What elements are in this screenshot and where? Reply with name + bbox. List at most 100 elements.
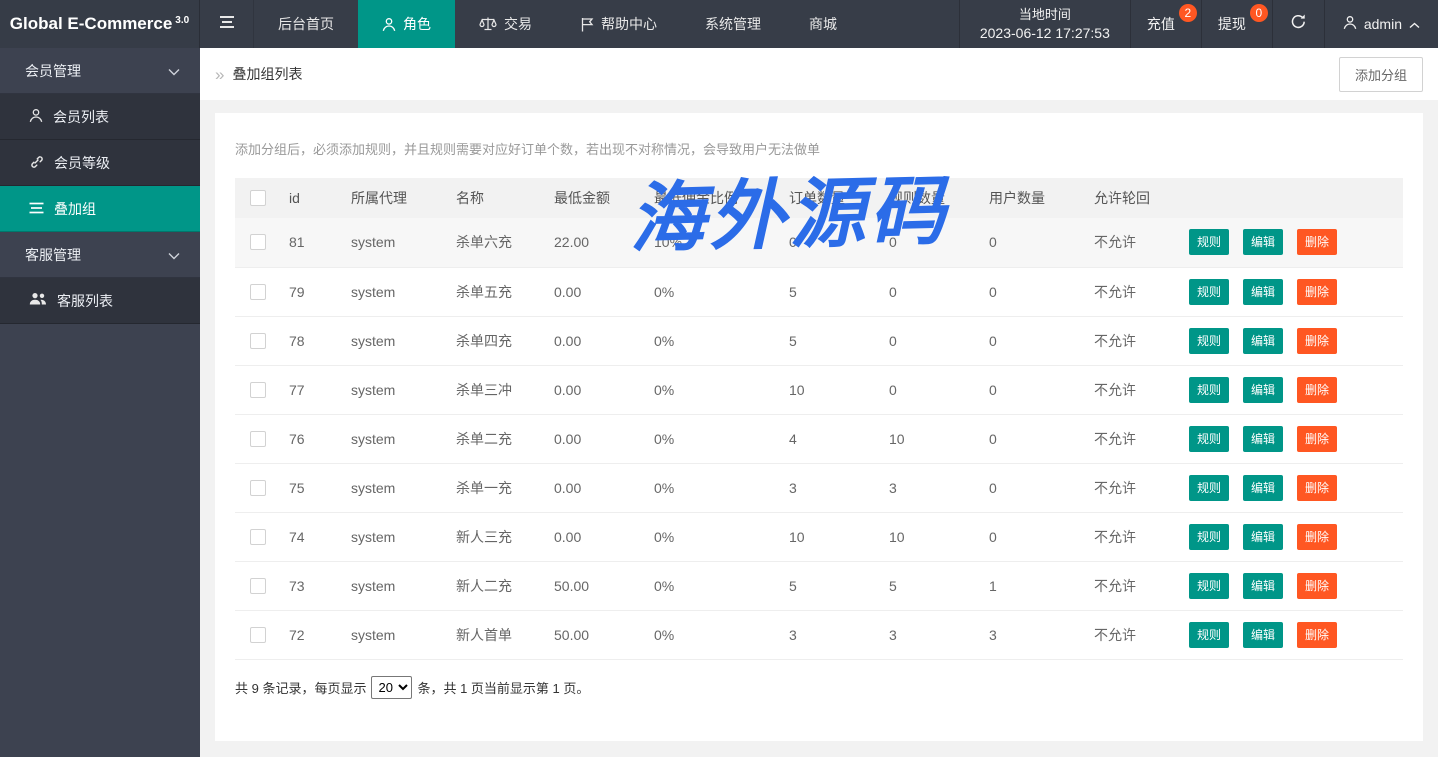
rule-button[interactable]: 规则 — [1189, 279, 1229, 305]
sidebar-item-service-management[interactable]: 客服管理 — [0, 232, 200, 278]
rule-button[interactable]: 规则 — [1189, 524, 1229, 550]
delete-button[interactable]: 删除 — [1297, 279, 1337, 305]
edit-button[interactable]: 编辑 — [1243, 377, 1283, 403]
page-size-select[interactable]: 20 — [371, 676, 412, 699]
table-row: 76system杀单二充0.000%4100不允许规则编辑删除 — [235, 414, 1403, 463]
add-group-button[interactable]: 添加分组 — [1339, 57, 1423, 92]
col-header-name: 名称 — [450, 178, 548, 218]
edit-button[interactable]: 编辑 — [1243, 426, 1283, 452]
rule-button[interactable]: 规则 — [1189, 377, 1229, 403]
delete-button[interactable]: 删除 — [1297, 524, 1337, 550]
nav-item-trade[interactable]: 交易 — [455, 0, 556, 48]
cell-id: 73 — [283, 561, 345, 610]
recharge-badge: 2 — [1179, 4, 1197, 22]
cell-min-commission: 0% — [648, 610, 783, 659]
sidebar-item-member-level[interactable]: 会员等级 — [0, 140, 200, 186]
col-header-agent: 所属代理 — [345, 178, 450, 218]
cell-min-commission: 0% — [648, 512, 783, 561]
row-checkbox[interactable] — [250, 480, 266, 496]
table-row: 74system新人三充0.000%10100不允许规则编辑删除 — [235, 512, 1403, 561]
nav-item-roles[interactable]: 角色 — [358, 0, 455, 48]
row-checkbox[interactable] — [250, 529, 266, 545]
nav-label: 角色 — [403, 14, 431, 34]
row-checkbox[interactable] — [250, 431, 266, 447]
cell-min-amount: 0.00 — [548, 316, 648, 365]
nav-item-system[interactable]: 系统管理 — [681, 0, 785, 48]
table-row: 78system杀单四充0.000%500不允许规则编辑删除 — [235, 316, 1403, 365]
select-all-checkbox[interactable] — [250, 190, 266, 206]
refresh-button[interactable] — [1273, 0, 1325, 48]
row-checkbox[interactable] — [250, 382, 266, 398]
rule-button[interactable]: 规则 — [1189, 573, 1229, 599]
nav-label: 帮助中心 — [601, 14, 657, 34]
cell-user-count: 0 — [983, 463, 1088, 512]
cell-min-commission: 0% — [648, 463, 783, 512]
sidebar-item-stack-group[interactable]: 叠加组 — [0, 186, 200, 232]
cell-min-commission: 0% — [648, 365, 783, 414]
local-time-block: 当地时间 2023-06-12 17:27:53 — [959, 0, 1131, 48]
logo-text: Global E-Commerce — [10, 14, 173, 34]
withdraw-label: 提现 — [1218, 14, 1246, 34]
nav-item-mall[interactable]: 商城 — [785, 0, 861, 48]
cell-id: 75 — [283, 463, 345, 512]
rule-button[interactable]: 规则 — [1189, 328, 1229, 354]
rule-button[interactable]: 规则 — [1189, 426, 1229, 452]
refresh-icon — [1290, 13, 1307, 35]
table-row: 79system杀单五充0.000%500不允许规则编辑删除 — [235, 267, 1403, 316]
cell-loop: 不允许 — [1088, 463, 1183, 512]
row-checkbox[interactable] — [250, 627, 266, 643]
table-body: 81system杀单六充22.0010%000不允许规则编辑删除79system… — [235, 218, 1403, 659]
delete-button[interactable]: 删除 — [1297, 377, 1337, 403]
row-checkbox[interactable] — [250, 234, 266, 250]
col-header-loop: 允许轮回 — [1088, 178, 1183, 218]
nav-item-dashboard[interactable]: 后台首页 — [254, 0, 358, 48]
delete-button[interactable]: 删除 — [1297, 475, 1337, 501]
edit-button[interactable]: 编辑 — [1243, 279, 1283, 305]
cell-order-count: 5 — [783, 267, 883, 316]
nav-item-help-center[interactable]: 帮助中心 — [556, 0, 681, 48]
edit-button[interactable]: 编辑 — [1243, 328, 1283, 354]
edit-button[interactable]: 编辑 — [1243, 475, 1283, 501]
sidebar-item-label: 叠加组 — [54, 199, 96, 219]
sidebar-item-label: 客服管理 — [25, 245, 81, 265]
pagination-suffix: 条，共 1 页当前显示第 1 页。 — [417, 678, 589, 697]
col-header-min-commission: 最低佣金比例 — [648, 178, 783, 218]
edit-button[interactable]: 编辑 — [1243, 622, 1283, 648]
cell-actions: 规则编辑删除 — [1183, 267, 1403, 316]
cell-min-commission: 10% — [648, 218, 783, 267]
delete-button[interactable]: 删除 — [1297, 426, 1337, 452]
sidebar-toggle-button[interactable] — [200, 0, 254, 48]
delete-button[interactable]: 删除 — [1297, 229, 1337, 255]
cell-loop: 不允许 — [1088, 561, 1183, 610]
cell-user-count: 0 — [983, 365, 1088, 414]
top-header: Global E-Commerce3.0 后台首页 角色 交易 帮助中心 — [0, 0, 1438, 48]
cell-name: 杀单四充 — [450, 316, 548, 365]
edit-button[interactable]: 编辑 — [1243, 524, 1283, 550]
cell-name: 新人首单 — [450, 610, 548, 659]
edit-button[interactable]: 编辑 — [1243, 229, 1283, 255]
sidebar-item-member-list[interactable]: 会员列表 — [0, 94, 200, 140]
cell-actions: 规则编辑删除 — [1183, 414, 1403, 463]
user-menu[interactable]: admin — [1325, 0, 1438, 48]
sidebar-item-service-list[interactable]: 客服列表 — [0, 278, 200, 324]
rule-button[interactable]: 规则 — [1189, 229, 1229, 255]
delete-button[interactable]: 删除 — [1297, 622, 1337, 648]
row-checkbox[interactable] — [250, 578, 266, 594]
rule-button[interactable]: 规则 — [1189, 622, 1229, 648]
col-header-rule-count: 规则数量 — [883, 178, 983, 218]
cell-user-count: 0 — [983, 414, 1088, 463]
delete-button[interactable]: 删除 — [1297, 573, 1337, 599]
edit-button[interactable]: 编辑 — [1243, 573, 1283, 599]
row-checkbox[interactable] — [250, 333, 266, 349]
sidebar-item-member-management[interactable]: 会员管理 — [0, 48, 200, 94]
recharge-button[interactable]: 充值 2 — [1131, 0, 1202, 48]
withdraw-button[interactable]: 提现 0 — [1202, 0, 1273, 48]
delete-button[interactable]: 删除 — [1297, 328, 1337, 354]
row-checkbox[interactable] — [250, 284, 266, 300]
rule-button[interactable]: 规则 — [1189, 475, 1229, 501]
cell-agent: system — [345, 267, 450, 316]
table-header-row: id 所属代理 名称 最低金额 最低佣金比例 订单数量 规则数量 用户数量 允许… — [235, 178, 1403, 218]
cell-order-count: 5 — [783, 316, 883, 365]
cell-agent: system — [345, 218, 450, 267]
sidebar-item-label: 会员管理 — [25, 61, 81, 81]
